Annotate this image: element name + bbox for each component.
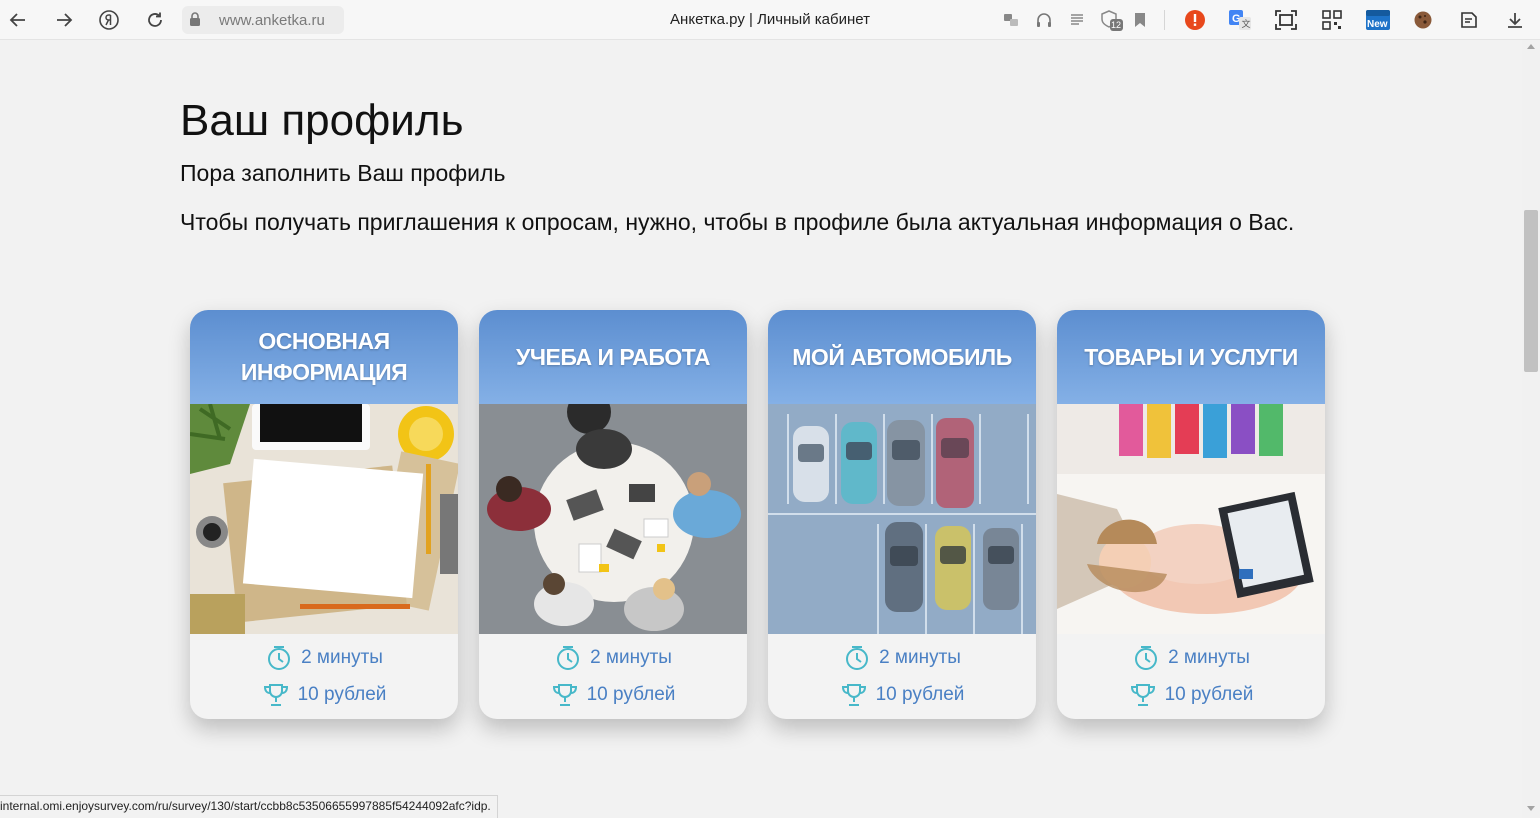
- card-duration: 2 минуты: [1057, 644, 1325, 672]
- card-reward-label: 10 рублей: [1164, 684, 1254, 705]
- card-duration: 2 минуты: [768, 644, 1036, 672]
- card-title: Товары и услуги: [1084, 343, 1298, 370]
- clock-icon: [1135, 646, 1158, 670]
- back-icon[interactable]: [6, 8, 30, 32]
- forward-icon[interactable]: [52, 8, 76, 32]
- trophy-icon: [1130, 684, 1155, 706]
- reload-icon[interactable]: [143, 8, 167, 32]
- google-translate-icon[interactable]: G文: [1228, 8, 1252, 32]
- browser-toolbar: www.anketka.ru Анкетка.ру | Личный кабин…: [0, 0, 1540, 40]
- card-reward-label: 10 рублей: [586, 684, 676, 705]
- scroll-down-icon[interactable]: [1527, 806, 1535, 811]
- parking-lot-image: [768, 404, 1036, 634]
- new-badge: New: [1367, 19, 1388, 30]
- card-duration: 2 минуты: [479, 644, 747, 672]
- link-status-bar: internal.omi.enjoysurvey.com/ru/survey/1…: [0, 795, 498, 818]
- page-lead-text: Чтобы получать приглашения к опросам, ну…: [180, 209, 1295, 235]
- alert-extension-icon[interactable]: [1183, 8, 1207, 32]
- cookie-icon[interactable]: [1411, 8, 1435, 32]
- bookmark-icon[interactable]: [1128, 8, 1152, 32]
- clock-icon: [268, 646, 291, 670]
- translate-page-icon[interactable]: [999, 8, 1023, 32]
- page-title: Ваш профиль: [180, 96, 464, 145]
- profile-card-my-car[interactable]: Мой автомобиль 2 минуты: [768, 310, 1036, 719]
- card-reward-label: 10 рублей: [297, 684, 387, 705]
- download-icon[interactable]: [1503, 8, 1527, 32]
- headphones-icon[interactable]: [1032, 8, 1056, 32]
- page-scrollbar[interactable]: [1522, 40, 1540, 818]
- yandex-icon[interactable]: [97, 8, 121, 32]
- page-tab-title: Анкетка.ру | Личный кабинет: [670, 11, 870, 28]
- page-subtitle: Пора заполнить Ваш профиль: [180, 160, 506, 186]
- card-header: Основная информация: [190, 310, 458, 404]
- card-header: Товары и услуги: [1057, 310, 1325, 404]
- address-bar[interactable]: www.anketka.ru: [182, 6, 344, 34]
- new-extension-icon[interactable]: New: [1364, 8, 1392, 32]
- card-duration-label: 2 минуты: [301, 647, 383, 668]
- card-duration-label: 2 минуты: [590, 647, 672, 668]
- card-reward-label: 10 рублей: [875, 684, 965, 705]
- online-shopping-image: [1057, 404, 1325, 634]
- card-duration-label: 2 минуты: [879, 647, 961, 668]
- card-reward: 10 рублей: [479, 682, 747, 708]
- reader-mode-icon[interactable]: [1065, 8, 1089, 32]
- desk-workspace-image: [190, 404, 458, 634]
- clock-icon: [846, 646, 869, 670]
- qr-code-icon[interactable]: [1320, 8, 1344, 32]
- protect-extension-icon[interactable]: 12: [1098, 8, 1124, 32]
- lock-icon: [189, 12, 201, 31]
- toolbar-separator: [1164, 10, 1165, 30]
- card-title: Мой автомобиль: [792, 343, 1012, 370]
- profile-card-basic-info[interactable]: Основная информация 2 минуты 10 рублей: [190, 310, 458, 719]
- team-meeting-image: [479, 404, 747, 634]
- card-duration: 2 минуты: [190, 644, 458, 672]
- trophy-icon: [263, 684, 288, 706]
- card-title: Учеба и работа: [516, 343, 710, 370]
- extension-count-badge: 12: [1111, 20, 1122, 30]
- scroll-thumb[interactable]: [1524, 210, 1538, 372]
- card-header: Мой автомобиль: [768, 310, 1036, 404]
- trophy-icon: [841, 684, 866, 706]
- profile-card-study-work[interactable]: Учеба и работа 2 минуты: [479, 310, 747, 719]
- card-header: Учеба и работа: [479, 310, 747, 404]
- screenshot-icon[interactable]: [1274, 8, 1298, 32]
- profile-card-goods-services[interactable]: Товары и услуги 2 минуты 10 рублей: [1057, 310, 1325, 719]
- address-url: www.anketka.ru: [219, 12, 325, 29]
- card-reward: 10 рублей: [190, 682, 458, 708]
- svg-text:文: 文: [1242, 18, 1251, 29]
- notes-extension-icon[interactable]: [1457, 8, 1481, 32]
- card-reward: 10 рублей: [768, 682, 1036, 708]
- card-duration-label: 2 минуты: [1168, 647, 1250, 668]
- clock-icon: [557, 646, 580, 670]
- card-reward: 10 рублей: [1057, 682, 1325, 708]
- trophy-icon: [552, 684, 577, 706]
- scroll-up-icon[interactable]: [1527, 44, 1535, 49]
- card-title: Основная информация: [240, 328, 408, 385]
